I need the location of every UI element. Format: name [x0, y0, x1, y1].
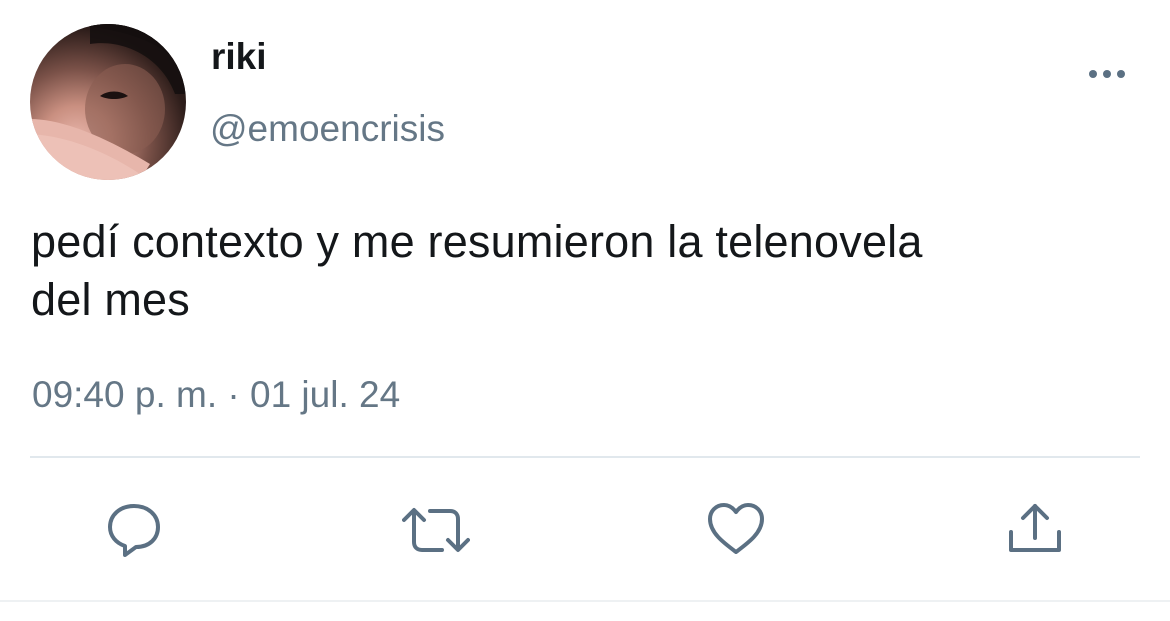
retweet-icon: [402, 508, 470, 552]
avatar[interactable]: [30, 24, 186, 180]
tweet-text: pedí contexto y me resumieron la telenov…: [31, 213, 1161, 329]
heart-icon: [708, 503, 764, 554]
tweet-text-line-1: pedí contexto y me resumieron la telenov…: [31, 216, 923, 267]
display-name[interactable]: riki: [211, 38, 267, 75]
like-button[interactable]: [706, 500, 766, 560]
retweet-button[interactable]: [402, 500, 470, 560]
more-horizontal-icon[interactable]: [1085, 58, 1129, 88]
reply-button[interactable]: [104, 500, 164, 560]
reply-bubble-icon: [108, 504, 160, 557]
bottom-divider: [0, 600, 1170, 602]
share-upload-icon: [1009, 504, 1061, 552]
user-handle[interactable]: @emoencrisis: [210, 110, 445, 147]
divider: [30, 456, 1140, 458]
tweet-text-line-2: del mes: [31, 274, 190, 325]
tweet-timestamp[interactable]: 09:40 p. m. · 01 jul. 24: [32, 376, 400, 413]
share-button[interactable]: [1005, 500, 1065, 560]
